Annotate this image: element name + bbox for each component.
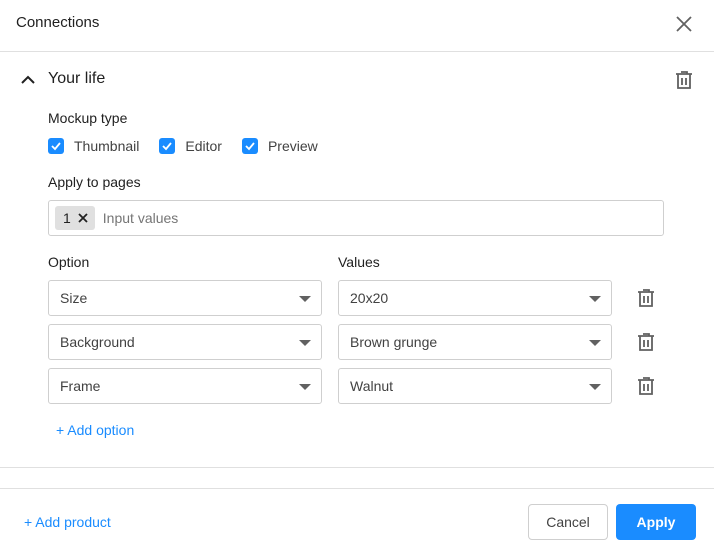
value-select-value: 20x20 bbox=[350, 290, 389, 306]
checkbox-label: Preview bbox=[267, 138, 318, 154]
option-select-value: Frame bbox=[60, 378, 101, 394]
chip-label: 1 bbox=[63, 210, 71, 226]
checkbox-thumbnail[interactable]: Thumbnail bbox=[48, 138, 139, 154]
checkbox-preview[interactable]: Preview bbox=[241, 138, 318, 154]
delete-row-button[interactable] bbox=[634, 286, 658, 310]
section-header: Your life bbox=[0, 60, 714, 100]
checkbox-label: Editor bbox=[185, 138, 222, 154]
collapse-button[interactable] bbox=[18, 70, 38, 90]
caret-down-icon bbox=[299, 340, 311, 346]
delete-row-button[interactable] bbox=[634, 374, 658, 398]
trash-icon bbox=[638, 333, 654, 351]
footer-divider bbox=[0, 488, 714, 489]
cancel-button[interactable]: Cancel bbox=[528, 504, 608, 540]
close-button[interactable] bbox=[672, 12, 696, 36]
checkbox-editor[interactable]: Editor bbox=[159, 138, 222, 154]
apply-to-pages-label: Apply to pages bbox=[48, 174, 141, 190]
caret-down-icon bbox=[589, 384, 601, 390]
caret-down-icon bbox=[589, 340, 601, 346]
trash-icon bbox=[676, 71, 692, 89]
dialog-header: Connections bbox=[0, 0, 714, 52]
apply-button[interactable]: Apply bbox=[616, 504, 696, 540]
caret-down-icon bbox=[299, 384, 311, 390]
checkbox-checked-icon bbox=[48, 138, 64, 154]
dialog-title: Connections bbox=[16, 14, 100, 31]
option-select-value: Size bbox=[60, 290, 88, 306]
option-select-value: Background bbox=[60, 334, 135, 350]
mockup-type-label: Mockup type bbox=[48, 110, 128, 126]
option-column-header: Option bbox=[48, 254, 90, 270]
value-select[interactable]: Brown grunge bbox=[338, 324, 612, 360]
caret-down-icon bbox=[589, 296, 601, 302]
caret-down-icon bbox=[299, 296, 311, 302]
checkbox-checked-icon bbox=[241, 138, 258, 154]
option-select[interactable]: Size bbox=[48, 280, 322, 316]
add-product-link[interactable]: + Add product bbox=[24, 514, 111, 530]
delete-section-button[interactable] bbox=[672, 68, 696, 92]
close-icon bbox=[676, 16, 692, 32]
section-divider bbox=[0, 467, 714, 468]
values-column-header: Values bbox=[338, 254, 380, 270]
add-option-link[interactable]: + Add option bbox=[56, 422, 134, 438]
value-select-value: Walnut bbox=[350, 378, 394, 394]
value-select[interactable]: 20x20 bbox=[338, 280, 612, 316]
checkbox-label: Thumbnail bbox=[74, 138, 140, 154]
pages-tag-input[interactable]: 1 bbox=[48, 200, 664, 236]
option-select[interactable]: Background bbox=[48, 324, 322, 360]
page-chip: 1 bbox=[55, 206, 95, 230]
value-select-value: Brown grunge bbox=[350, 334, 438, 350]
pages-input[interactable] bbox=[102, 210, 503, 226]
remove-chip-icon[interactable] bbox=[77, 212, 89, 224]
chevron-up-icon bbox=[21, 75, 35, 84]
checkbox-checked-icon bbox=[159, 138, 176, 154]
option-select[interactable]: Frame bbox=[48, 368, 322, 404]
mockup-type-group: Thumbnail Editor Preview bbox=[48, 136, 338, 156]
trash-icon bbox=[638, 289, 654, 307]
value-select[interactable]: Walnut bbox=[338, 368, 612, 404]
trash-icon bbox=[638, 377, 654, 395]
section-title: Your life bbox=[48, 70, 106, 87]
delete-row-button[interactable] bbox=[634, 330, 658, 354]
